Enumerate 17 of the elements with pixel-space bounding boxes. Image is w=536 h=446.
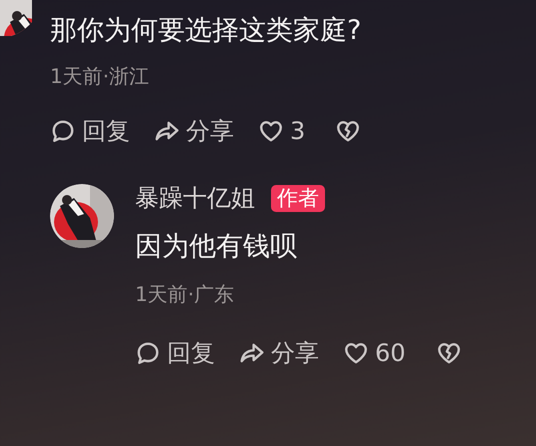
dislike-button[interactable] bbox=[335, 118, 362, 144]
author-name[interactable]: 暴躁十亿姐 bbox=[135, 184, 255, 213]
like-button[interactable]: 3 bbox=[258, 118, 306, 144]
like-button[interactable]: 60 bbox=[343, 340, 406, 366]
comment-icon bbox=[135, 340, 161, 366]
reply-button[interactable]: 回复 bbox=[50, 118, 130, 144]
reply-meta: 1天前·广东 bbox=[135, 282, 236, 306]
reply-button[interactable]: 回复 bbox=[135, 340, 215, 366]
comment-icon bbox=[50, 118, 76, 144]
share-button[interactable]: 分享 bbox=[154, 118, 234, 144]
heart-icon bbox=[258, 118, 284, 144]
broken-heart-icon bbox=[335, 118, 362, 144]
author-badge: 作者 bbox=[271, 184, 325, 212]
share-button[interactable]: 分享 bbox=[239, 340, 319, 366]
reply-text: 因为他有钱呗 bbox=[135, 230, 298, 264]
comment-text: 那你为何要选择这类家庭? bbox=[50, 14, 362, 48]
comment-meta: 1天前·浙江 bbox=[50, 64, 150, 88]
